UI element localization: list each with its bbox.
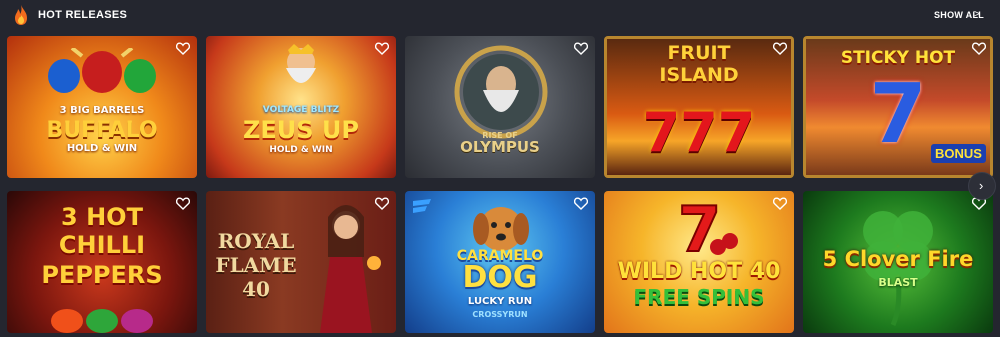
game-title-line: 40 — [242, 277, 270, 301]
game-title-line: HOLD & WIN — [269, 145, 333, 155]
fire-icon — [15, 5, 27, 25]
queen-figure-icon — [320, 205, 381, 333]
game-title-line: 3 BIG BARRELS — [59, 105, 145, 116]
section-header: HOT RELEASES SHOW ALL > — [0, 0, 1000, 32]
game-title-line: LUCKY RUN — [467, 296, 533, 307]
favorite-heart-icon[interactable] — [375, 42, 389, 55]
game-card-sticky-hot[interactable]: STICKY HOT 7 BONUS — [803, 36, 993, 178]
game-title-line: HOLD & WIN — [66, 143, 138, 154]
game-title-line: CHILLI — [58, 231, 146, 259]
game-title-line: DOG — [462, 260, 538, 295]
game-title-line: ZEUS UP — [242, 116, 359, 144]
chevron-right-icon: › — [979, 178, 984, 193]
chevron-right-icon[interactable]: > — [974, 9, 980, 20]
peppers-icon — [51, 309, 153, 333]
games-grid: 3 BIG BARRELS BUFFALO HOLD & WIN VOLTAGE… — [7, 36, 993, 336]
game-title-line: CROSSYRUN — [472, 310, 528, 319]
favorite-heart-icon[interactable] — [972, 42, 986, 55]
game-card-wild-hot-40[interactable]: 7 WILD HOT 40 FREE SPINS — [604, 191, 794, 333]
game-card-5-clover-fire[interactable]: 5 Clover Fire BLAST — [803, 191, 993, 333]
game-title-line: FLAME — [215, 253, 297, 277]
game-title-line: OLYMPUS — [460, 138, 540, 156]
game-card-buffalo[interactable]: 3 BIG BARRELS BUFFALO HOLD & WIN — [7, 36, 197, 178]
favorite-heart-icon[interactable] — [176, 197, 190, 210]
game-title-line: ROYAL — [217, 229, 295, 253]
game-title-line: STICKY HOT — [840, 48, 956, 68]
game-title-line: PEPPERS — [41, 261, 163, 289]
game-title-line: VOLTAGE BLITZ — [262, 105, 340, 115]
favorite-heart-icon[interactable] — [574, 42, 588, 55]
game-title-line: WILD HOT 40 — [617, 259, 781, 284]
brand-logo-icon — [413, 199, 431, 213]
game-card-fruit-island[interactable]: FRUIT ISLAND 777 — [604, 36, 794, 178]
game-title-line: BONUS — [931, 144, 986, 163]
carousel-next-button[interactable]: › — [968, 172, 996, 200]
favorite-heart-icon[interactable] — [375, 197, 389, 210]
favorite-heart-icon[interactable] — [574, 197, 588, 210]
section-title: HOT RELEASES — [38, 9, 128, 21]
buffalo-heads-icon — [48, 48, 156, 93]
favorite-heart-icon[interactable] — [773, 197, 787, 210]
game-card-rise-of-olympus[interactable]: RISE OF OLYMPUS — [405, 36, 595, 178]
zeus-medallion-icon — [454, 45, 548, 139]
game-card-royal-flame-40[interactable]: ROYAL FLAME 40 — [206, 191, 396, 333]
dog-face-icon — [473, 207, 529, 251]
game-title-line: BLAST — [878, 276, 918, 289]
game-title-line: 5 Clover Fire — [822, 247, 974, 271]
seven-cherry-icon: 7 — [677, 195, 738, 257]
game-card-zeus-up[interactable]: VOLTAGE BLITZ ZEUS UP HOLD & WIN — [206, 36, 396, 178]
favorite-heart-icon[interactable] — [773, 42, 787, 55]
game-title-line: 3 HOT — [61, 203, 143, 231]
game-card-3-hot-chilli-peppers[interactable]: 3 HOT CHILLI PEPPERS — [7, 191, 197, 333]
game-title-line: FREE SPINS — [633, 285, 765, 309]
favorite-heart-icon[interactable] — [176, 42, 190, 55]
game-card-caramelo-dog[interactable]: CARAMELO DOG LUCKY RUN CROSSYRUN — [405, 191, 595, 333]
game-title-line: BUFFALO — [46, 118, 158, 143]
zeus-figure-icon — [286, 44, 316, 83]
game-title-line: FRUIT — [667, 42, 731, 64]
game-title-line: ISLAND — [659, 64, 739, 86]
game-title-line: 777 — [642, 101, 756, 164]
